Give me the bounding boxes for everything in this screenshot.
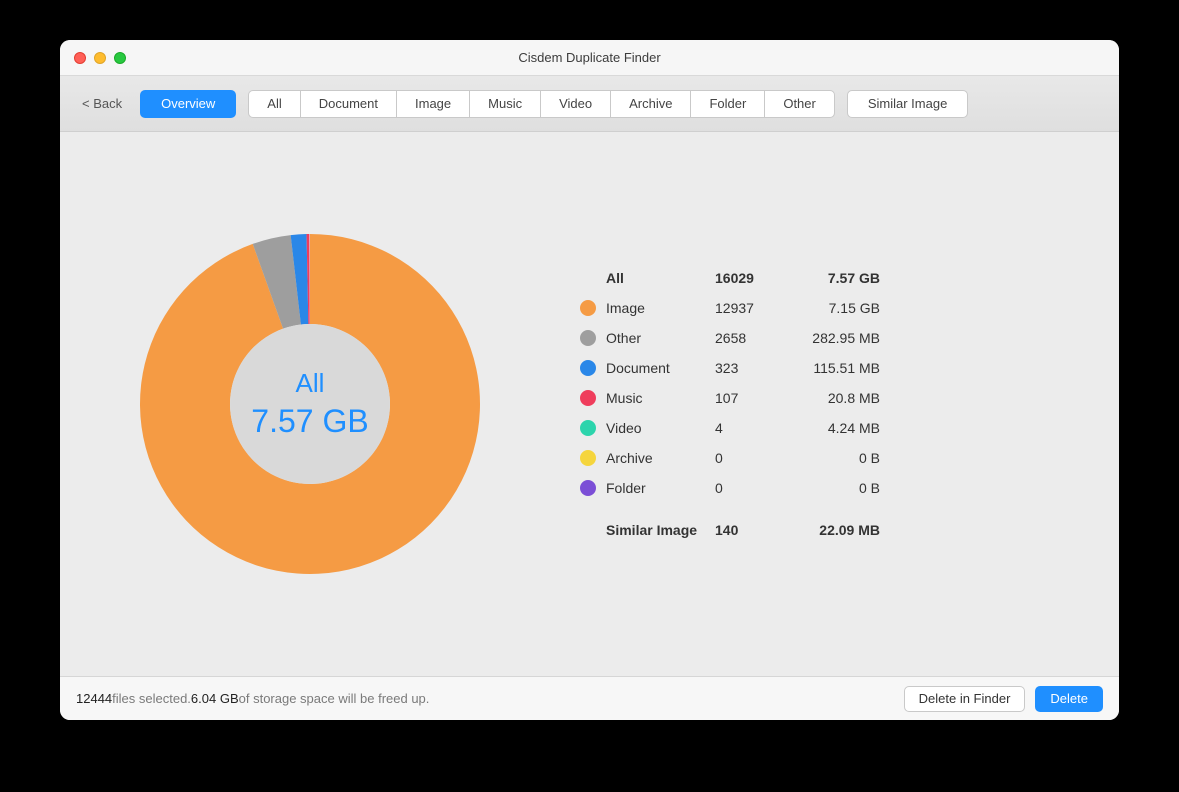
donut-chart: All 7.57 GB xyxy=(100,224,520,584)
legend-label: All xyxy=(606,270,715,286)
legend-swatch xyxy=(580,480,596,496)
legend-count: 0 xyxy=(715,450,785,466)
legend-row: Video44.24 MB xyxy=(580,413,880,443)
selected-text: files selected. xyxy=(112,691,191,706)
legend-swatch xyxy=(580,300,596,316)
tab-archive[interactable]: Archive xyxy=(610,90,690,118)
legend-row: Similar Image14022.09 MB xyxy=(580,515,880,545)
legend-label: Image xyxy=(606,300,715,316)
legend-size: 7.57 GB xyxy=(785,270,880,286)
legend-swatch xyxy=(580,420,596,436)
category-tabs: All Document Image Music Video Archive F… xyxy=(248,90,835,118)
back-button[interactable]: < Back xyxy=(76,92,128,115)
legend-row: Archive00 B xyxy=(580,443,880,473)
tab-image[interactable]: Image xyxy=(396,90,469,118)
status-bar: 12444 files selected. 6.04 GB of storage… xyxy=(60,676,1119,720)
legend-row: Image129377.15 GB xyxy=(580,293,880,323)
close-icon[interactable] xyxy=(74,52,86,64)
app-window: Cisdem Duplicate Finder < Back Overview … xyxy=(60,40,1119,720)
legend-size: 0 B xyxy=(785,480,880,496)
delete-in-finder-button[interactable]: Delete in Finder xyxy=(904,686,1026,712)
tab-folder[interactable]: Folder xyxy=(690,90,764,118)
legend-size: 20.8 MB xyxy=(785,390,880,406)
content-area: All7.57 GB All160297.57 GBImage129377.15… xyxy=(60,132,1119,676)
tab-other[interactable]: Other xyxy=(764,90,835,118)
delete-button[interactable]: Delete xyxy=(1035,686,1103,712)
legend-label: Music xyxy=(606,390,715,406)
legend-size: 7.15 GB xyxy=(785,300,880,316)
window-title: Cisdem Duplicate Finder xyxy=(60,50,1119,65)
legend-swatch xyxy=(580,450,596,466)
legend-row: Other2658282.95 MB xyxy=(580,323,880,353)
title-bar: Cisdem Duplicate Finder xyxy=(60,40,1119,76)
legend-size: 0 B xyxy=(785,450,880,466)
legend-size: 282.95 MB xyxy=(785,330,880,346)
legend-label: Video xyxy=(606,420,715,436)
legend-row: Music10720.8 MB xyxy=(580,383,880,413)
legend-count: 4 xyxy=(715,420,785,436)
legend-swatch xyxy=(580,360,596,376)
legend-size: 115.51 MB xyxy=(785,360,880,376)
legend-size: 4.24 MB xyxy=(785,420,880,436)
donut-center-size: 7.57 GB xyxy=(251,403,368,439)
tab-similar-image[interactable]: Similar Image xyxy=(847,90,968,118)
legend-label: Similar Image xyxy=(606,522,715,538)
tab-overview[interactable]: Overview xyxy=(140,90,236,118)
donut-center-title: All xyxy=(296,368,325,398)
freed-size: 6.04 GB xyxy=(191,691,239,706)
zoom-icon[interactable] xyxy=(114,52,126,64)
minimize-icon[interactable] xyxy=(94,52,106,64)
legend: All160297.57 GBImage129377.15 GBOther265… xyxy=(520,263,1079,545)
tab-video[interactable]: Video xyxy=(540,90,610,118)
legend-count: 140 xyxy=(715,522,785,538)
legend-count: 12937 xyxy=(715,300,785,316)
legend-label: Document xyxy=(606,360,715,376)
legend-count: 107 xyxy=(715,390,785,406)
legend-row: All160297.57 GB xyxy=(580,263,880,293)
legend-count: 323 xyxy=(715,360,785,376)
legend-label: Other xyxy=(606,330,715,346)
legend-count: 16029 xyxy=(715,270,785,286)
toolbar: < Back Overview All Document Image Music… xyxy=(60,76,1119,132)
legend-label: Archive xyxy=(606,450,715,466)
tab-all[interactable]: All xyxy=(248,90,299,118)
legend-count: 0 xyxy=(715,480,785,496)
legend-row: Folder00 B xyxy=(580,473,880,503)
legend-label: Folder xyxy=(606,480,715,496)
legend-count: 2658 xyxy=(715,330,785,346)
tab-document[interactable]: Document xyxy=(300,90,396,118)
legend-swatch xyxy=(580,390,596,406)
selected-count: 12444 xyxy=(76,691,112,706)
tab-music[interactable]: Music xyxy=(469,90,540,118)
legend-row: Document323115.51 MB xyxy=(580,353,880,383)
traffic-lights xyxy=(60,52,126,64)
freed-text: of storage space will be freed up. xyxy=(239,691,430,706)
legend-swatch xyxy=(580,330,596,346)
legend-size: 22.09 MB xyxy=(785,522,880,538)
